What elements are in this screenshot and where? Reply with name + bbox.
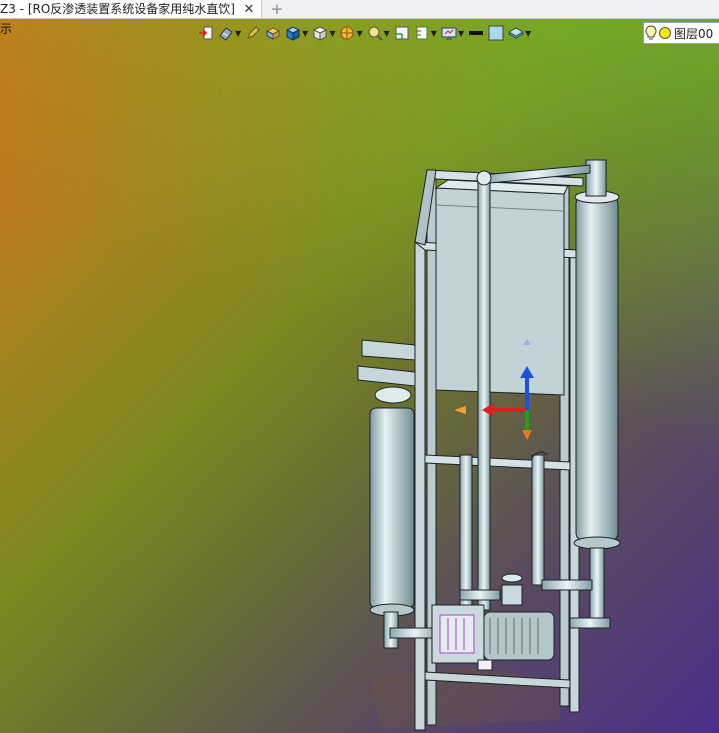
ro-membrane-vessel bbox=[573, 159, 621, 629]
layer-name: 图层00 bbox=[674, 26, 714, 41]
exit-icon[interactable] bbox=[198, 22, 214, 44]
water-tank bbox=[434, 179, 569, 396]
ro-system-3d-model bbox=[357, 159, 621, 731]
layer-selector[interactable]: 图层00 bbox=[643, 22, 719, 44]
light-bulb-icon[interactable] bbox=[644, 25, 658, 41]
view-toolbar: ▼ ▼ ▼ ▼ ▼ ▼ ▼ ▼ bbox=[198, 22, 535, 44]
grid-icon[interactable] bbox=[394, 22, 410, 44]
chevron-down-icon[interactable]: ▼ bbox=[384, 29, 390, 38]
color-swatch-icon[interactable] bbox=[488, 22, 504, 44]
chevron-down-icon[interactable]: ▼ bbox=[525, 29, 531, 38]
ruler-icon[interactable]: ▼ bbox=[414, 22, 437, 44]
shaded-box-icon[interactable] bbox=[265, 22, 281, 44]
line-weight-icon[interactable] bbox=[468, 22, 484, 44]
chevron-down-icon[interactable]: ▼ bbox=[302, 29, 308, 38]
chevron-down-icon[interactable]: ▼ bbox=[329, 29, 335, 38]
zoom-fit-icon[interactable]: ▼ bbox=[367, 22, 390, 44]
chevron-down-icon[interactable]: ▼ bbox=[458, 29, 464, 38]
booster-pump bbox=[431, 573, 555, 671]
yellow-circle-icon bbox=[659, 27, 671, 39]
display-settings-icon[interactable]: ▼ bbox=[441, 22, 464, 44]
pen-icon[interactable] bbox=[245, 22, 261, 44]
white-cube-view-icon[interactable]: ▼ bbox=[312, 22, 335, 44]
chevron-down-icon[interactable]: ▼ bbox=[356, 29, 362, 38]
viewport-corner-text: 示 bbox=[0, 22, 13, 36]
section-view-icon[interactable]: ▼ bbox=[339, 22, 363, 44]
chevron-down-icon[interactable]: ▼ bbox=[431, 29, 437, 38]
render-mode-icon[interactable]: ▼ bbox=[218, 22, 241, 44]
chevron-down-icon[interactable]: ▼ bbox=[235, 29, 241, 38]
layer-stack-icon[interactable]: ▼ bbox=[508, 22, 531, 44]
blue-cube-icon[interactable]: ▼ bbox=[285, 22, 308, 44]
